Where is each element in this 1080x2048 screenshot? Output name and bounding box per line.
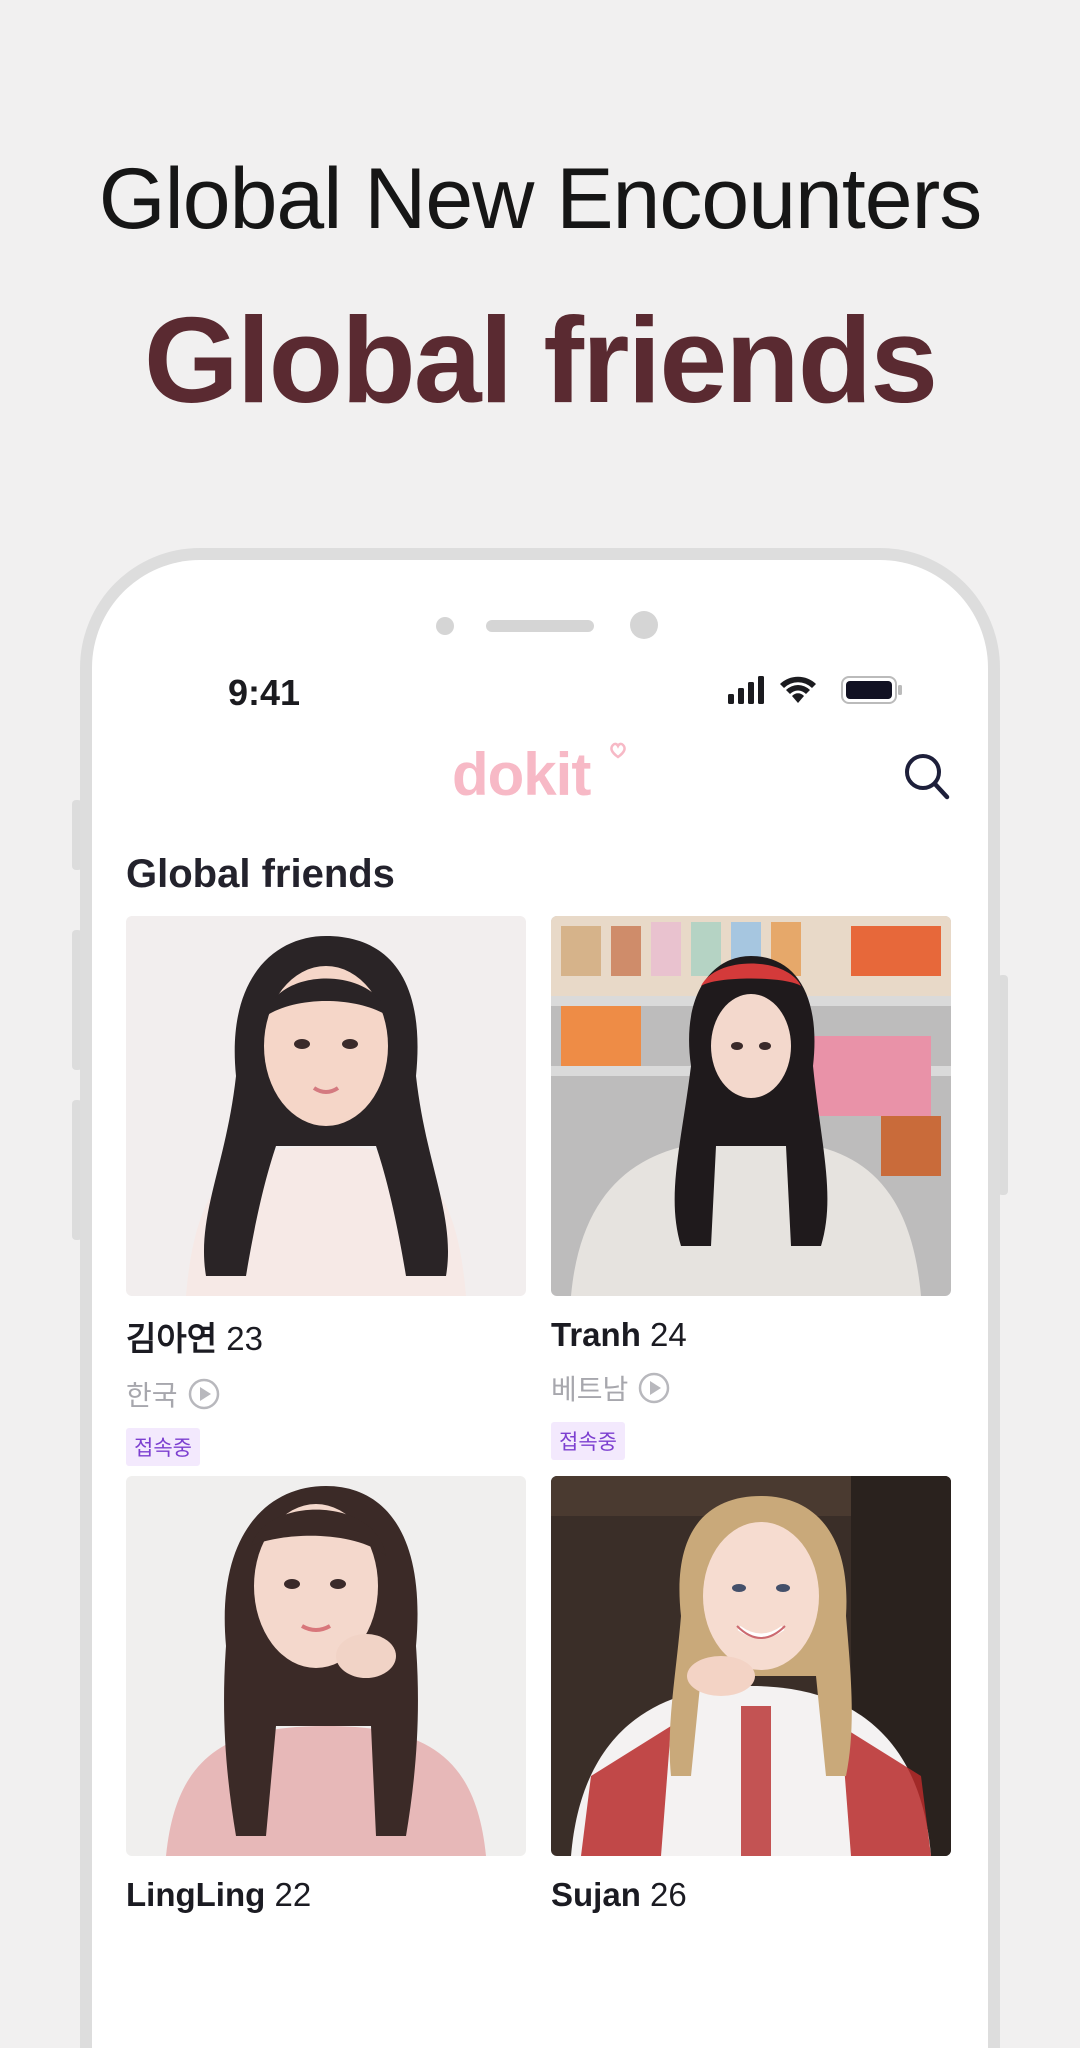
- friend-country: 한국: [126, 1380, 178, 1411]
- friend-photo: [126, 916, 526, 1296]
- online-status-badge: 접속중: [126, 1428, 200, 1466]
- friend-name: Tranh: [551, 1316, 641, 1353]
- promo-subheadline: Global friends: [143, 292, 938, 428]
- play-circle-icon[interactable]: [188, 1378, 220, 1410]
- friend-card[interactable]: Sujan 26: [551, 1476, 951, 1914]
- logo-heart-icon: [610, 742, 626, 759]
- friend-name-age: LingLing 22: [126, 1876, 526, 1914]
- battery-icon: [841, 676, 902, 704]
- friend-photo: [551, 916, 951, 1296]
- friend-age: 22: [274, 1876, 312, 1913]
- phone-camera: [630, 611, 658, 639]
- friend-age: 26: [650, 1876, 687, 1913]
- promo-headline: Global New Encounters: [98, 151, 982, 247]
- friend-card[interactable]: Tranh 24 베트남 접속중: [551, 916, 951, 1460]
- friend-photo: [126, 1476, 526, 1856]
- friend-name: LingLing: [126, 1876, 266, 1913]
- friend-name: 김아연: [126, 1320, 218, 1357]
- friend-photo: [551, 1476, 951, 1856]
- play-circle-icon[interactable]: [638, 1372, 670, 1404]
- friend-card[interactable]: LingLing 22: [126, 1476, 526, 1914]
- friend-name: Sujan: [551, 1876, 641, 1913]
- app-logo: dokit: [452, 741, 591, 808]
- cellular-signal-icon: [728, 676, 764, 704]
- search-icon[interactable]: [902, 750, 952, 802]
- online-status-badge: 접속중: [551, 1422, 625, 1460]
- friend-name-age: 김아연 23: [126, 1312, 526, 1360]
- friend-country-row: 한국: [126, 1374, 526, 1414]
- status-icons: [728, 676, 902, 704]
- friend-country-row: 베트남: [551, 1368, 951, 1408]
- phone-sensor: [436, 617, 454, 635]
- phone-speaker: [486, 620, 594, 632]
- section-title: Global friends: [126, 852, 395, 896]
- friend-age: 24: [650, 1316, 687, 1353]
- friend-age: 23: [226, 1320, 263, 1357]
- status-time: 9:41: [228, 672, 301, 713]
- friend-card[interactable]: 김아연 23 한국 접속중: [126, 916, 526, 1466]
- friend-name-age: Sujan 26: [551, 1876, 951, 1914]
- wifi-icon: [780, 676, 816, 703]
- friend-name-age: Tranh 24: [551, 1316, 951, 1354]
- friend-country: 베트남: [551, 1374, 629, 1405]
